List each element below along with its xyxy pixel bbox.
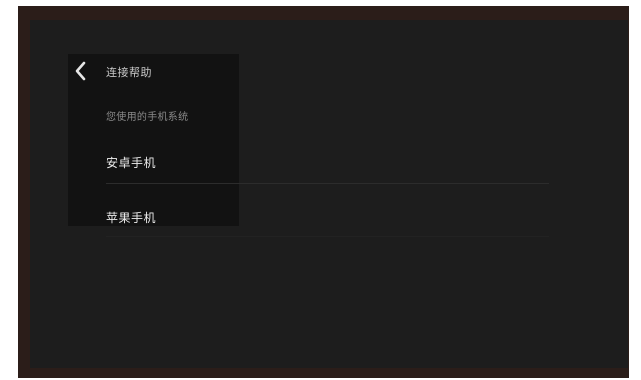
back-button[interactable] [72,60,90,82]
divider [106,236,549,237]
page-title: 连接帮助 [106,66,152,79]
option-android-phone[interactable]: 安卓手机 [106,154,156,171]
option-iphone[interactable]: 苹果手机 [106,209,156,226]
section-hint: 您使用的手机系统 [106,112,189,123]
chevron-left-icon [75,61,86,81]
divider [106,183,549,184]
help-panel [68,54,239,226]
